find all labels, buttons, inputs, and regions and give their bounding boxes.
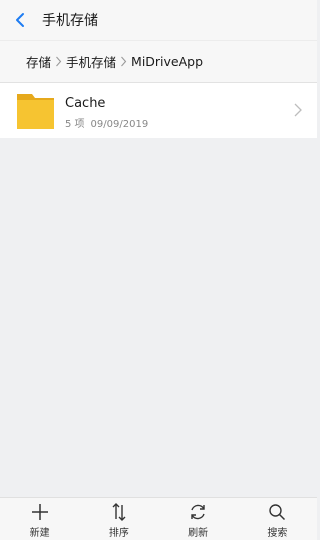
plus-icon bbox=[31, 504, 48, 520]
file-name: Cache bbox=[65, 96, 106, 111]
new-label: 新建 bbox=[29, 528, 50, 539]
back-arrow-icon bbox=[16, 13, 24, 27]
bottom-toolbar: 新建 排序 刷新 搜索 bbox=[0, 497, 317, 540]
file-date: 09/09/2019 bbox=[90, 119, 149, 130]
search-icon bbox=[269, 504, 286, 521]
refresh-label: 刷新 bbox=[188, 528, 209, 539]
sort-icon bbox=[112, 503, 126, 521]
chevron-right-icon bbox=[117, 55, 130, 69]
sort-label: 排序 bbox=[108, 528, 129, 539]
file-list: Cache 5 项 09/09/2019 bbox=[0, 83, 317, 138]
search-button[interactable]: 搜索 bbox=[238, 498, 317, 540]
breadcrumb-item-phone-storage[interactable]: 手机存储 bbox=[66, 52, 116, 71]
back-button[interactable] bbox=[0, 0, 40, 40]
file-item-count: 5 项 bbox=[65, 119, 85, 130]
file-info: Cache 5 项 09/09/2019 bbox=[65, 96, 148, 130]
search-label: 搜索 bbox=[267, 528, 288, 539]
sort-button[interactable]: 排序 bbox=[79, 498, 158, 540]
refresh-button[interactable]: 刷新 bbox=[159, 498, 238, 540]
new-button[interactable]: 新建 bbox=[0, 498, 79, 540]
chevron-right-icon bbox=[52, 55, 65, 69]
refresh-icon bbox=[191, 504, 205, 520]
file-row-cache[interactable]: Cache 5 项 09/09/2019 bbox=[0, 83, 317, 138]
file-meta: 5 项 09/09/2019 bbox=[65, 115, 148, 130]
chevron-right-icon bbox=[294, 103, 302, 117]
page-title: 手机存储 bbox=[42, 13, 98, 29]
top-app-bar: 手机存储 bbox=[0, 0, 317, 40]
folder-icon bbox=[17, 94, 54, 129]
breadcrumb-item-storage[interactable]: 存储 bbox=[26, 52, 51, 71]
breadcrumb: 存储 手机存储 MiDriveApp bbox=[0, 40, 317, 83]
breadcrumb-item-midriveapp[interactable]: MiDriveApp bbox=[131, 54, 203, 69]
